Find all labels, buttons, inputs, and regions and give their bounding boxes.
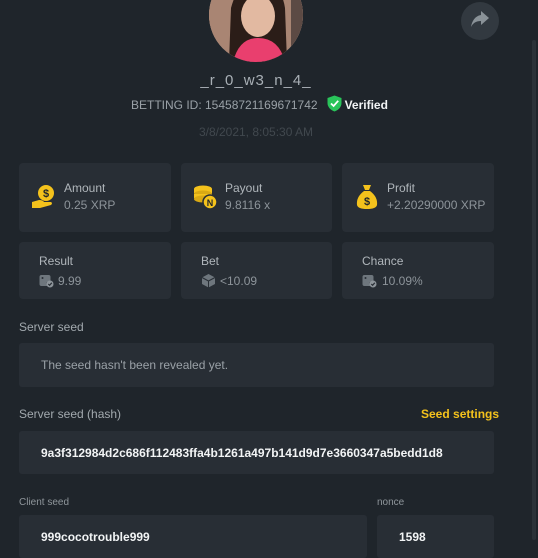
scrollbar[interactable] <box>532 40 536 540</box>
bet-card: Bet <10.09 <box>181 242 332 299</box>
bet-label: Bet <box>201 254 220 268</box>
nonce-field[interactable]: 1598 <box>377 515 494 558</box>
verified-label: Verified <box>344 98 388 112</box>
amount-card: $ Amount 0.25 XRP <box>19 163 171 232</box>
server-seed-field: The seed hasn't been revealed yet. <box>19 343 494 387</box>
profit-card: $ Profit +2.20290000 XRP <box>342 163 494 232</box>
nonce-label: nonce <box>377 497 405 508</box>
svg-text:$: $ <box>364 196 370 208</box>
share-button[interactable] <box>461 2 499 40</box>
profit-label: Profit <box>387 181 416 195</box>
betting-id: BETTING ID: 15458721169671742 <box>131 98 318 112</box>
amount-label: Amount <box>64 181 106 195</box>
payout-label: Payout <box>225 181 263 195</box>
bet-datetime: 3/8/2021, 8:05:30 AM <box>198 125 314 139</box>
dice-check-icon <box>39 273 54 293</box>
result-label: Result <box>39 254 74 268</box>
svg-text:$: $ <box>43 188 49 200</box>
server-seed-hash-label: Server seed (hash) <box>19 407 122 421</box>
shield-check-icon <box>327 95 345 115</box>
server-seed-label: Server seed <box>19 320 84 334</box>
amount-value: 0.25 XRP <box>64 198 116 212</box>
seed-settings-link[interactable]: Seed settings <box>421 407 499 421</box>
coin-stack-icon: N <box>193 184 219 215</box>
username: _r_0_w3_n_4_ <box>200 72 312 89</box>
client-seed-field[interactable]: 999cocotrouble999 <box>19 515 367 558</box>
bet-value: <10.09 <box>220 274 258 288</box>
payout-card: N Payout 9.8116 x <box>181 163 332 232</box>
result-value: 9.99 <box>58 274 82 288</box>
result-card: Result 9.99 <box>19 242 171 299</box>
dice-icon <box>201 273 216 293</box>
money-bag-icon: $ <box>356 184 378 215</box>
betting-id-row: BETTING ID: 15458721169671742 Verified <box>131 95 388 115</box>
client-seed-label: Client seed <box>19 497 70 508</box>
chance-card: Chance 10.09% <box>342 242 494 299</box>
server-seed-hash-field[interactable]: 9a3f312984d2c686f112483ffa4b1261a497b141… <box>19 431 494 474</box>
coin-hand-icon: $ <box>31 184 57 215</box>
share-arrow-icon <box>470 10 490 33</box>
payout-value: 9.8116 x <box>225 198 271 212</box>
avatar <box>209 0 303 62</box>
verified-badge: Verified <box>327 95 388 115</box>
svg-text:N: N <box>207 198 214 208</box>
chance-value: 10.09% <box>382 274 423 288</box>
profit-value: +2.20290000 XRP <box>387 198 486 212</box>
chance-label: Chance <box>362 254 404 268</box>
dice-check-icon <box>362 273 377 293</box>
